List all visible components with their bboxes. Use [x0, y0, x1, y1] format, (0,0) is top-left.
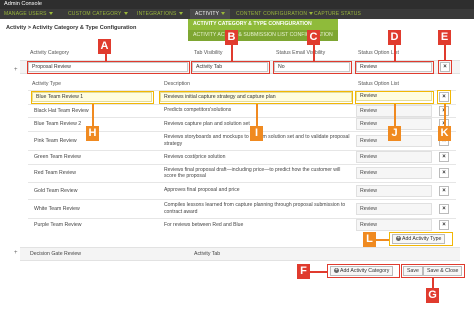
callout-box-b — [191, 61, 270, 74]
callout-label-j: J — [388, 126, 401, 141]
remove-type-button[interactable]: × — [439, 185, 449, 196]
activity-description: Compiles lessons learned from capture pl… — [164, 202, 346, 215]
activity-description: Reviews final proposal draft—including p… — [164, 166, 341, 179]
nav-item-content-configuration[interactable]: CONTENT CONFIGURATION — [236, 9, 314, 19]
chevron-down-icon — [123, 12, 128, 16]
remove-type-button[interactable]: × — [439, 168, 449, 178]
header-activity-category: Activity Category — [30, 50, 69, 56]
callout-label-l: L — [363, 232, 376, 247]
callout-label-h: H — [86, 126, 99, 141]
header-status-email: Status Email Visibility — [276, 50, 326, 56]
callout-box-l — [389, 232, 453, 246]
callout-line-c — [313, 45, 315, 61]
callout-line-k — [444, 104, 446, 126]
nav-item-activity[interactable]: ACTIVITY — [190, 9, 231, 19]
nav-item-integrations[interactable]: INTEGRATIONS — [137, 9, 183, 19]
activity-description: Predicts competitors'solutions — [164, 107, 232, 114]
activity-status-select[interactable]: Review — [356, 151, 432, 163]
callout-line-g — [432, 278, 434, 288]
callout-label-c: C — [307, 30, 320, 45]
callout-label-f: F — [297, 264, 310, 279]
activity-type-name: Pink Team Review — [34, 137, 77, 144]
activity-status-select[interactable]: Review — [356, 184, 432, 197]
decision-tab-visibility: Activity Tab — [194, 251, 221, 257]
activity-type-name: Blue Team Review 2 — [34, 121, 82, 127]
chevron-down-icon — [221, 12, 226, 16]
callout-label-b: B — [225, 30, 238, 45]
activity-status-select[interactable]: Review — [356, 202, 432, 215]
callout-box-e — [438, 60, 452, 74]
callout-line-d — [394, 45, 396, 61]
callout-line-a — [105, 54, 107, 61]
top-nav: MANAGE USERS CUSTOM CATEGORY INTEGRATION… — [0, 9, 474, 19]
remove-type-button[interactable]: × — [439, 220, 449, 230]
menu-item-category-type-config[interactable]: ACTIVITY CATEGORY & TYPE CONFIGURATION — [188, 19, 338, 30]
breadcrumb: Activity > Activity Category & Type Conf… — [6, 25, 137, 31]
callout-label-e: E — [438, 30, 451, 45]
callout-box-f — [327, 264, 400, 278]
activity-type-name: Green Team Review — [34, 154, 81, 160]
callout-box-j — [355, 91, 434, 104]
nav-item-manage-users[interactable]: MANAGE USERS — [4, 9, 53, 19]
nav-item-custom-category[interactable]: CUSTOM CATEGORY — [68, 9, 128, 19]
expand-toggle[interactable]: + — [14, 250, 18, 256]
decision-category-name: Decision Gate Review — [30, 251, 82, 257]
callout-line-i — [256, 104, 258, 126]
activity-description: For reviews between Red and Blue — [164, 221, 244, 228]
callout-line-j — [394, 104, 396, 126]
callout-line-b — [231, 45, 233, 61]
callout-line-e — [444, 45, 446, 60]
collapse-toggle[interactable]: + — [14, 67, 18, 73]
window-title: Admin Console — [0, 0, 474, 9]
header-status-option: Status Option List — [358, 50, 399, 56]
callout-box-g — [401, 264, 465, 278]
remove-type-button[interactable]: × — [439, 203, 449, 214]
activity-status-select[interactable]: Review — [356, 219, 432, 231]
activity-type-name: Red Team Review — [34, 170, 76, 176]
activity-type-name: White Team Review — [34, 205, 80, 212]
chevron-down-icon — [178, 12, 183, 16]
header-activity-type: Activity Type — [32, 81, 62, 87]
callout-label-g: G — [426, 288, 439, 303]
callout-line-f — [310, 271, 327, 273]
activity-status-select[interactable]: Review — [356, 167, 432, 179]
callout-label-i: I — [250, 126, 263, 141]
chevron-down-icon — [309, 12, 314, 16]
remove-type-button[interactable]: × — [439, 152, 449, 162]
nav-item-capture-status[interactable]: CAPTURE STATUS — [314, 9, 361, 19]
activity-type-name: Gold Team Review — [34, 187, 78, 194]
callout-line-h — [92, 104, 94, 126]
callout-box-d — [355, 61, 434, 74]
callout-label-d: D — [388, 30, 401, 45]
callout-box-i — [159, 91, 353, 104]
header-type-status-option: Status Option List — [358, 81, 399, 87]
callout-label-a: A — [98, 39, 111, 54]
activity-description: Approves final proposal and price — [164, 187, 240, 194]
callout-line-l — [376, 239, 389, 241]
category-row-collapsed — [20, 247, 460, 261]
header-description: Description — [164, 81, 190, 87]
chevron-down-icon — [48, 12, 53, 16]
activity-type-name: Black Hat Team Review — [34, 107, 89, 114]
callout-box-a — [27, 61, 190, 74]
callout-label-k: K — [438, 126, 451, 141]
callout-box-c — [273, 61, 352, 74]
activity-type-name: Purple Team Review — [34, 222, 82, 228]
callout-box-k — [437, 90, 451, 104]
header-tab-visibility: Tab Visibility — [194, 50, 223, 56]
callout-box-h — [31, 91, 154, 104]
activity-description: Reviews cost/price solution — [164, 153, 226, 160]
